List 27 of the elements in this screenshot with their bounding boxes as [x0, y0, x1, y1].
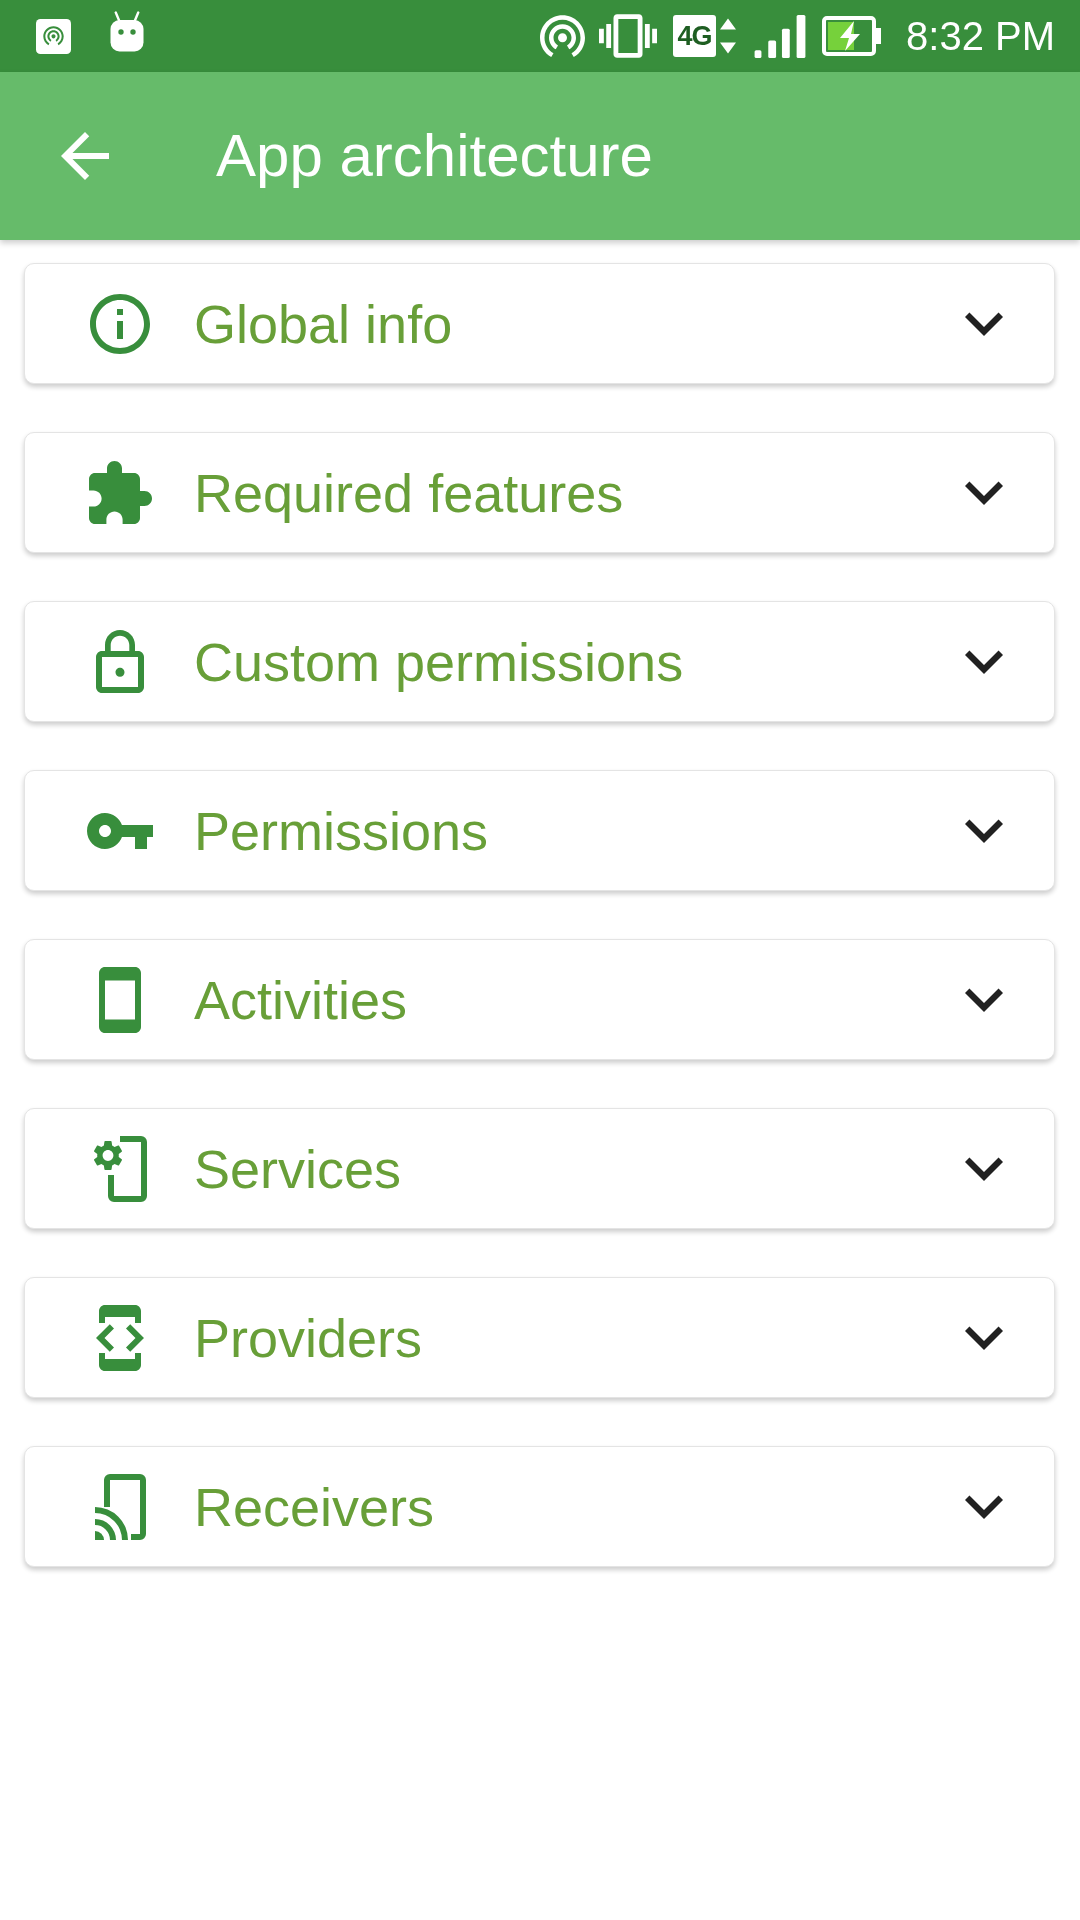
- phone-icon: [99, 966, 141, 1033]
- phone-gear-icon: [93, 1135, 147, 1202]
- expandable-section[interactable]: Required features: [24, 432, 1055, 553]
- expandable-section[interactable]: Global info: [24, 263, 1055, 384]
- expandable-section[interactable]: Custom permissions: [24, 601, 1055, 722]
- expandable-section[interactable]: Activities: [24, 939, 1055, 1060]
- app-bar-title: App architecture: [216, 121, 653, 191]
- expandable-section[interactable]: Permissions: [24, 770, 1055, 891]
- phone-code-icon: [96, 1304, 144, 1371]
- data-arrows-icon: [720, 18, 737, 54]
- expandable-section[interactable]: Services: [24, 1108, 1055, 1229]
- hotspot-tile-icon: [36, 18, 71, 54]
- status-time: 8:32 PM: [906, 13, 1055, 60]
- info-icon: [90, 293, 150, 354]
- phone-cast-icon: [94, 1473, 146, 1540]
- battery-charging-icon: [822, 16, 883, 56]
- hotspot-icon: [540, 14, 586, 58]
- key-icon: [87, 812, 153, 849]
- vibrate-icon: [599, 13, 658, 59]
- signal-icon: [754, 14, 807, 58]
- back-arrow-icon: [61, 132, 109, 180]
- expandable-section[interactable]: Providers: [24, 1277, 1055, 1398]
- network-type-label: 4G: [673, 15, 717, 57]
- puzzle-piece-icon: [88, 461, 152, 524]
- robot-head-icon: [109, 11, 145, 53]
- expandable-section[interactable]: Receivers: [24, 1446, 1055, 1567]
- lock-icon: [96, 630, 144, 693]
